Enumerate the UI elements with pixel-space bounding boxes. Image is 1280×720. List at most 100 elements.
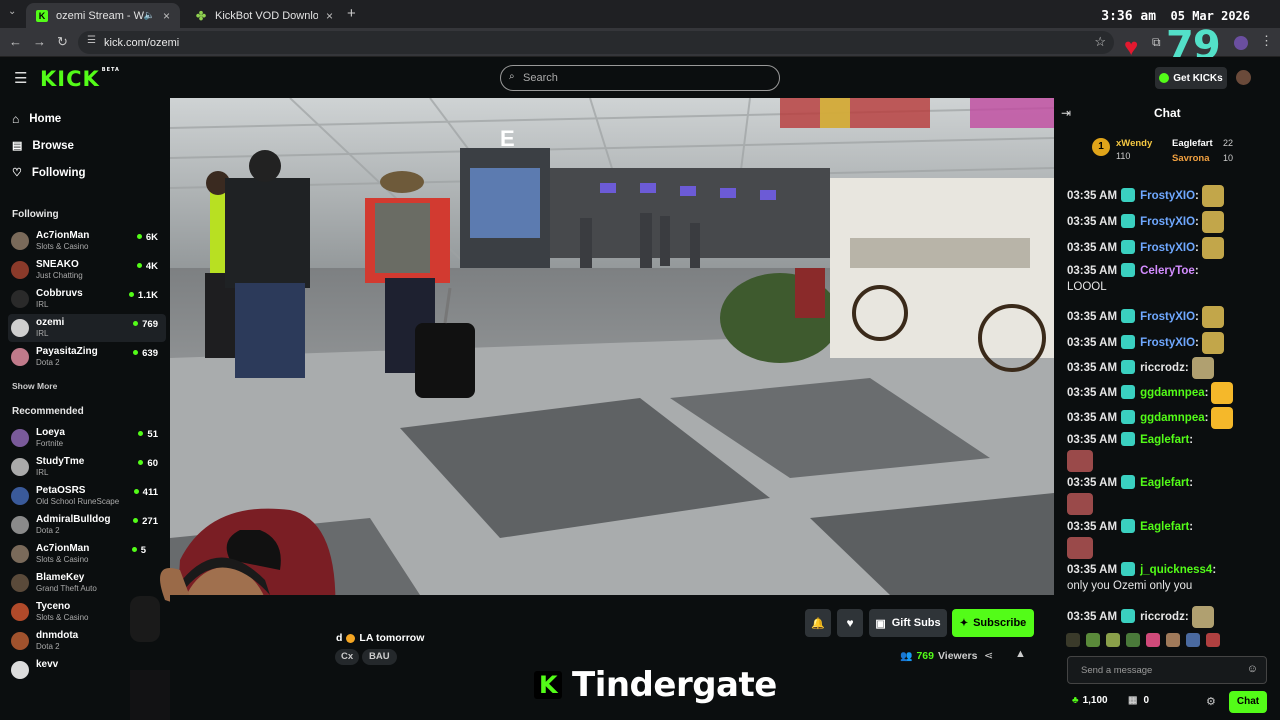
emote-icon[interactable] <box>1066 633 1080 647</box>
sidebar-channel-ac7ionman[interactable]: Ac7ionMan Slots & Casino 6K <box>8 227 166 255</box>
close-icon[interactable]: × <box>163 9 170 23</box>
sidebar-channel-payasitazing[interactable]: PayasitaZing Dota 2 639 <box>8 343 166 371</box>
emote-icon[interactable] <box>1126 633 1140 647</box>
address-bar[interactable]: ☰ kick.com/ozemi ☆ <box>78 31 1114 54</box>
sidebar-channel-loeya[interactable]: Loeya Fortnite 51 <box>8 424 166 452</box>
channel-name: StudyTme <box>36 456 85 467</box>
new-tab-button[interactable]: + <box>347 5 356 22</box>
sidebar-channel-cobbruvs[interactable]: Cobbruvs IRL 1.1K <box>8 285 166 313</box>
emote-icon[interactable] <box>1186 633 1200 647</box>
sidebar-channel-ozemi[interactable]: ozemi IRL 769 <box>8 314 166 342</box>
report-icon[interactable]: ▲ <box>1015 648 1026 660</box>
viewer-count: 411 <box>134 487 158 498</box>
tag-cx[interactable]: Cx <box>335 649 360 665</box>
kick-logo[interactable]: KICK BETA <box>40 67 120 91</box>
badge-icon <box>1121 385 1136 400</box>
sidebar-channel-sneako[interactable]: SNEAKO Just Chatting 4K <box>8 256 166 284</box>
message-colon: : <box>1184 611 1189 624</box>
follow-button[interactable]: ♥ <box>837 609 863 637</box>
back-icon[interactable]: ← <box>9 34 22 49</box>
search-input[interactable]: ⌕ Search <box>500 65 780 91</box>
emote-icon[interactable] <box>1086 633 1100 647</box>
hamburger-menu-icon[interactable]: ☰ <box>14 69 27 87</box>
message-username[interactable]: ggdamnpea <box>1140 387 1205 399</box>
nav-following[interactable]: ♡ Following <box>12 166 86 180</box>
nav-label: Following <box>31 166 86 179</box>
message-colon: : <box>1189 477 1194 489</box>
gift-subs-button[interactable]: ▣ Gift Subs <box>869 609 947 637</box>
message-username[interactable]: Eaglefart <box>1140 477 1189 489</box>
message-username[interactable]: ggdamnpea <box>1140 412 1205 424</box>
chat-settings-icon[interactable]: ⚙ <box>1206 695 1216 708</box>
message-username[interactable]: Eaglefart <box>1140 434 1189 446</box>
gifts-counter[interactable]: ▦ 0 <box>1128 695 1149 706</box>
viewer-label: Viewers <box>937 650 978 662</box>
home-icon: ⌂ <box>12 112 20 126</box>
points-icon: ♣ <box>1072 695 1079 706</box>
message-username[interactable]: CeleryToe <box>1140 265 1195 277</box>
notifications-button[interactable]: 🔔 <box>805 609 831 637</box>
tab-ozemi[interactable]: K ozemi Stream - Watch Live 🔈 × <box>26 3 180 28</box>
avatar <box>11 487 29 505</box>
stream-title-text: LA tomorrow <box>359 632 425 644</box>
viewer-count-display: 👥 769 Viewers <box>900 650 978 662</box>
close-icon[interactable]: × <box>326 9 333 23</box>
speaker-icon[interactable]: 🔈 <box>144 10 155 21</box>
chat-message: 03:35 AM FrostyXIO: <box>1067 306 1224 328</box>
show-more-link[interactable]: Show More <box>12 381 57 391</box>
channel-points[interactable]: ♣ 1,100 <box>1072 695 1108 706</box>
message-username[interactable]: FrostyXIO <box>1140 216 1195 228</box>
recommended-section-title: Recommended <box>12 406 84 417</box>
get-kicks-button[interactable]: Get KICKs <box>1155 67 1227 89</box>
user-avatar[interactable] <box>1236 70 1251 85</box>
gift-box-icon: ▦ <box>1128 695 1138 706</box>
message-username[interactable]: FrostyXIO <box>1140 311 1195 323</box>
message-username[interactable]: FrostyXIO <box>1140 337 1195 349</box>
sidebar-channel-studytme[interactable]: StudyTme IRL 60 <box>8 453 166 481</box>
reload-icon[interactable]: ↻ <box>57 34 68 50</box>
badge-icon <box>1121 609 1136 624</box>
message-time: 03:35 AM <box>1067 521 1118 533</box>
message-time: 03:35 AM <box>1067 190 1118 203</box>
avatar <box>11 319 29 337</box>
share-icon[interactable]: ⋖ <box>984 649 993 662</box>
gift-subs-label: Gift Subs <box>891 617 941 629</box>
channel-name: SNEAKO <box>36 259 79 270</box>
emoji-picker-icon[interactable]: ☺ <box>1247 663 1258 675</box>
avatar <box>11 429 29 447</box>
channel-name: kevv <box>36 659 59 670</box>
message-colon: : <box>1195 337 1199 350</box>
message-username[interactable]: j_quickness4 <box>1140 564 1212 576</box>
browser-menu-icon[interactable]: ⋮ <box>1260 33 1273 49</box>
emote-icon <box>1201 332 1224 354</box>
message-username[interactable]: riccrodz <box>1140 611 1185 623</box>
message-username[interactable]: riccrodz <box>1140 362 1185 374</box>
chat-message: 03:35 AM FrostyXIO: <box>1067 237 1224 259</box>
message-username[interactable]: FrostyXIO <box>1140 190 1195 202</box>
chat-message: 03:35 AM j_quickness4: only you Ozemi only… <box>1067 562 1216 592</box>
nav-home[interactable]: ⌂ Home <box>12 112 61 126</box>
message-username[interactable]: Eaglefart <box>1140 521 1189 533</box>
forward-icon[interactable]: → <box>33 34 46 49</box>
viewer-number: 769 <box>916 650 934 662</box>
bookmark-star-icon[interactable]: ☆ <box>1094 34 1106 50</box>
tab-kickbot[interactable]: ✤ KickBot VOD Downloader × <box>185 3 343 28</box>
clock-overlay: 3:36 am 05 Mar 2026 <box>1101 9 1250 24</box>
site-info-icon[interactable]: ☰ <box>87 35 96 46</box>
message-username[interactable]: FrostyXIO <box>1140 242 1195 254</box>
tag-bau[interactable]: BAU <box>362 649 397 665</box>
nav-browse[interactable]: ▤ Browse <box>12 139 74 153</box>
subscribe-button[interactable]: ✦ Subscribe <box>952 609 1034 637</box>
extensions-icon[interactable]: ⧉ <box>1152 35 1161 50</box>
emote-icon[interactable] <box>1166 633 1180 647</box>
browser-toolbar: ← → ↻ ☰ kick.com/ozemi ☆ ⧉ ⋮ <box>0 28 1280 57</box>
emote-icon[interactable] <box>1146 633 1160 647</box>
chat-input[interactable]: Send a message ☺ <box>1067 656 1267 684</box>
emote-icon[interactable] <box>1206 633 1220 647</box>
chat-send-button[interactable]: Chat <box>1229 691 1267 713</box>
tab-list-icon[interactable]: ⌄ <box>8 6 16 17</box>
message-colon: : <box>1195 242 1199 255</box>
emote-icon[interactable] <box>1106 633 1120 647</box>
collapse-chat-icon[interactable]: ⇥ <box>1061 106 1071 120</box>
profile-avatar[interactable] <box>1234 36 1248 50</box>
